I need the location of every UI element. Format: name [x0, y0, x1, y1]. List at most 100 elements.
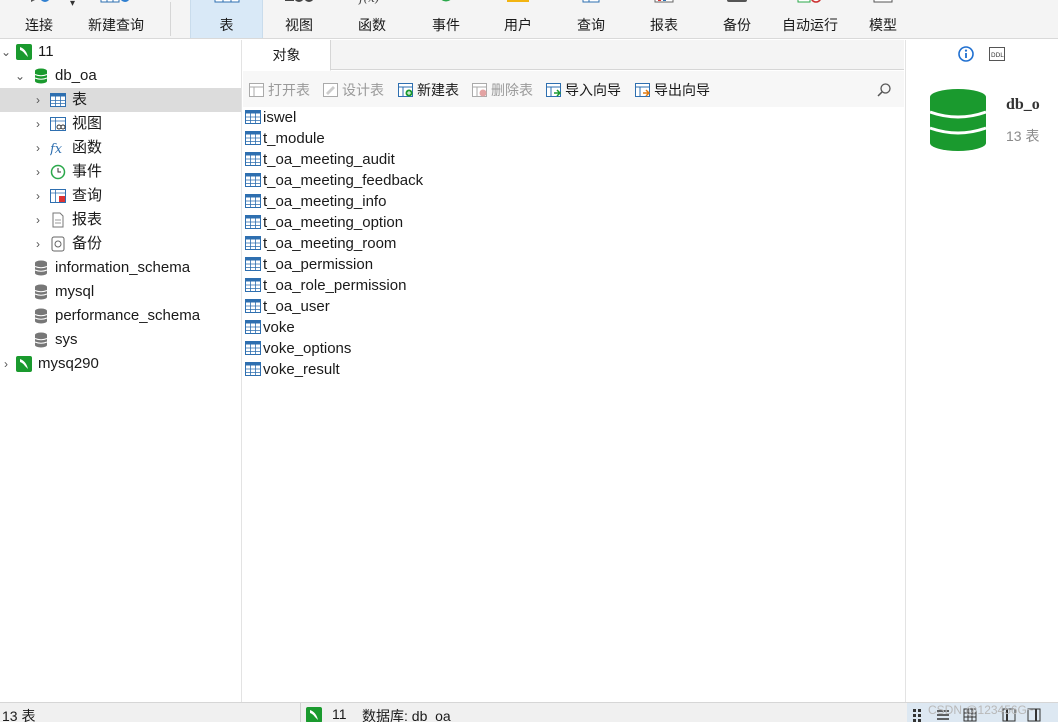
svg-text:f(x): f(x) — [358, 0, 380, 5]
chevron-right-icon[interactable]: › — [32, 208, 44, 232]
toolbar-tab-table[interactable]: 表 — [190, 0, 263, 38]
table-icon — [50, 93, 66, 107]
delete-table-button[interactable]: 删除表 — [472, 80, 533, 100]
tab-objects[interactable]: 对象 — [243, 40, 331, 71]
tree-item-events[interactable]: › 事件 — [0, 160, 241, 184]
connect-button[interactable]: 连接 — [14, 0, 64, 38]
tree-item-tables[interactable]: › 表 — [0, 88, 241, 112]
table-name: t_oa_meeting_info — [263, 193, 387, 210]
table-icon — [245, 131, 261, 145]
ddl-icon[interactable]: DDL — [989, 47, 1005, 61]
database-icon — [34, 260, 48, 276]
open-table-button[interactable]: 打开表 — [249, 80, 310, 100]
chevron-right-icon[interactable]: › — [32, 232, 44, 256]
table-icon — [245, 362, 261, 376]
chevron-right-icon[interactable]: › — [32, 160, 44, 184]
tree-database-information-schema[interactable]: information_schema — [0, 256, 241, 280]
table-icon — [245, 194, 261, 208]
tree-database-mysql[interactable]: mysql — [0, 280, 241, 304]
toolbar-tab-report[interactable]: 报表 — [630, 0, 698, 38]
database-icon — [34, 308, 48, 324]
design-table-button[interactable]: 设计表 — [323, 80, 384, 100]
tree-item-reports[interactable]: › 报表 — [0, 208, 241, 232]
chevron-right-icon[interactable]: › — [32, 184, 44, 208]
info-icon[interactable] — [958, 46, 974, 62]
status-separator — [300, 703, 301, 722]
new-query-icon — [100, 0, 129, 3]
toolbar-tab-view[interactable]: 视图 — [264, 0, 334, 38]
connect-dropdown-arrow-icon[interactable]: ▾ — [70, 0, 75, 9]
database-icon — [34, 332, 48, 348]
status-bar: 13 表 11 数据库: db_oa CSDN @123456G~ — [0, 702, 1058, 722]
tree-database-sys[interactable]: sys — [0, 328, 241, 352]
database-icon — [34, 284, 48, 300]
table-icon — [245, 257, 261, 271]
query-icon — [50, 189, 66, 203]
table-name: t_oa_permission — [263, 256, 374, 273]
table-icon — [245, 173, 261, 187]
tree-item-queries[interactable]: › 查询 — [0, 184, 241, 208]
view-icon — [285, 0, 313, 2]
status-connection: 11 — [332, 706, 347, 722]
mysql-connection-icon — [16, 44, 32, 60]
watermark: CSDN @123456G~ — [928, 703, 1034, 717]
connect-icon — [31, 0, 49, 2]
mysql-connection-icon — [306, 707, 322, 722]
info-panel: DDL db_o 13 表 — [905, 40, 1058, 702]
toolbar-tab-model[interactable]: 模型 — [849, 0, 917, 38]
tree-database-db-oa[interactable]: ⌄ db_oa — [0, 64, 241, 88]
main-toolbar: 连接 ▾ 新建查询 表 视图 f(x) 函数 事件 用户 — [0, 0, 1058, 39]
chevron-down-icon[interactable]: ⌄ — [0, 40, 12, 64]
tree-connection-mysq290[interactable]: › mysq290 — [0, 352, 241, 376]
object-tab-bar: 对象 — [243, 40, 904, 71]
backup-icon — [51, 236, 65, 252]
report-icon — [654, 0, 674, 3]
table-icon — [245, 320, 261, 334]
tree-item-views[interactable]: › 视图 — [0, 112, 241, 136]
delete-table-icon — [472, 83, 487, 97]
toolbar-tab-automation[interactable]: 自动运行 — [776, 0, 844, 38]
import-wizard-button[interactable]: 导入向导 — [546, 80, 621, 100]
tree-connection-11[interactable]: ⌄ 11 — [0, 40, 241, 64]
svg-text:DDL: DDL — [991, 52, 1004, 59]
status-database: 数据库: db_oa — [362, 708, 451, 722]
new-table-button[interactable]: 新建表 — [398, 80, 459, 100]
navigation-tree: ⌄ 11 ⌄ db_oa › 表 › 视图 › fx 函数 › 事件 › 查询 … — [0, 40, 242, 702]
export-wizard-button[interactable]: 导出向导 — [635, 80, 710, 100]
tree-database-performance-schema[interactable]: performance_schema — [0, 304, 241, 328]
table-name: voke_result — [263, 361, 340, 378]
database-icon — [34, 68, 48, 84]
info-database-name: db_o — [1006, 96, 1040, 113]
mysql-connection-icon — [16, 356, 32, 372]
table-icon — [245, 341, 261, 355]
function-icon: fx — [50, 142, 63, 156]
toolbar-tab-function[interactable]: f(x) 函数 — [338, 0, 406, 38]
chevron-right-icon[interactable]: › — [32, 88, 44, 112]
toolbar-tab-event[interactable]: 事件 — [412, 0, 480, 38]
chevron-right-icon[interactable]: › — [32, 112, 44, 136]
table-icon — [245, 215, 261, 229]
toolbar-tab-backup[interactable]: 备份 — [703, 0, 771, 38]
query-icon — [582, 0, 600, 3]
search-icon[interactable] — [876, 82, 892, 98]
function-icon: f(x) — [358, 0, 380, 5]
table-name: iswel — [263, 109, 297, 126]
database-large-icon — [929, 89, 987, 151]
table-name: t_oa_meeting_audit — [263, 151, 395, 168]
table-name: t_module — [263, 130, 325, 147]
toolbar-tab-query[interactable]: 查询 — [557, 0, 625, 38]
open-table-icon — [249, 83, 264, 97]
toolbar-tab-user[interactable]: 用户 — [484, 0, 552, 38]
toolbar-separator — [170, 2, 171, 36]
tree-item-functions[interactable]: › fx 函数 — [0, 136, 241, 160]
chevron-right-icon[interactable]: › — [0, 352, 12, 376]
new-query-button[interactable]: 新建查询 — [82, 0, 150, 38]
table-name: voke — [263, 319, 295, 336]
table-icon — [245, 152, 261, 166]
model-icon — [873, 0, 893, 3]
chevron-right-icon[interactable]: › — [32, 136, 44, 160]
tree-item-backups[interactable]: › 备份 — [0, 232, 241, 256]
chevron-down-icon[interactable]: ⌄ — [14, 64, 26, 88]
grid-view-icon[interactable] — [912, 708, 926, 722]
export-wizard-icon — [635, 83, 650, 97]
